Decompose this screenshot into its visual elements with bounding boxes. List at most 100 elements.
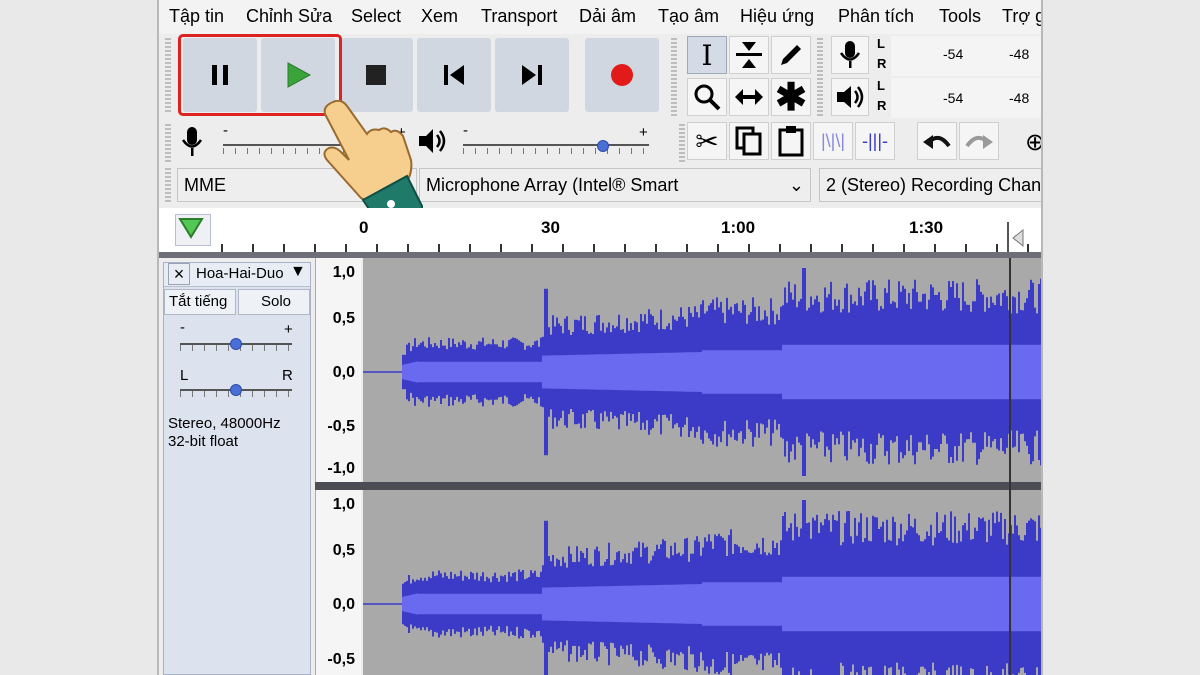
device-grip[interactable] bbox=[165, 168, 171, 202]
undo-button[interactable] bbox=[917, 122, 957, 160]
timeline-options-button[interactable] bbox=[175, 214, 211, 246]
edit-grip[interactable] bbox=[679, 124, 685, 164]
menu-select[interactable]: Select bbox=[351, 6, 401, 27]
menu-help[interactable]: Trợ g bbox=[1002, 6, 1041, 27]
paste-button[interactable] bbox=[771, 122, 811, 160]
record-volume-minus: - bbox=[223, 122, 228, 139]
timeshift-tool-button[interactable] bbox=[729, 78, 769, 116]
playback-volume-slider[interactable] bbox=[463, 144, 649, 146]
multi-tool-button[interactable]: ✱ bbox=[771, 77, 811, 119]
tools-grip[interactable] bbox=[671, 38, 677, 118]
meter-grip[interactable] bbox=[817, 38, 823, 118]
amplitude-label: 0,5 bbox=[332, 310, 355, 327]
playback-volume-minus: - bbox=[463, 122, 468, 139]
ruler-tick bbox=[717, 244, 719, 252]
play-meter-tick-2: -48 bbox=[1009, 90, 1030, 106]
recording-device-select[interactable]: Microphone Array (Intel® Smart ⌄ bbox=[419, 168, 811, 202]
ruler-tick bbox=[903, 244, 905, 252]
ruler-tick bbox=[562, 244, 564, 252]
playback-meter-button[interactable] bbox=[831, 78, 869, 116]
menu-generate[interactable]: Tạo âm bbox=[658, 6, 719, 27]
track-control-panel: × Hoa-Hai-Duo ▼ Tắt tiếng Solo - + L R S… bbox=[163, 262, 311, 675]
left-letterbox bbox=[0, 0, 157, 675]
scissors-icon: ✂ bbox=[695, 125, 719, 157]
menu-view[interactable]: Xem bbox=[421, 6, 458, 27]
ruler-tick bbox=[996, 244, 998, 252]
microphone-icon bbox=[839, 41, 861, 68]
menu-edit[interactable]: Chỉnh Sửa bbox=[246, 6, 332, 27]
gain-knob[interactable] bbox=[230, 338, 242, 350]
chevron-down-icon: ⌄ bbox=[788, 175, 804, 195]
clipboard-icon bbox=[778, 126, 804, 157]
track-menu-arrow-icon[interactable]: ▼ bbox=[290, 263, 306, 281]
ruler-label: 0 bbox=[359, 218, 369, 237]
playback-volume-ticks bbox=[463, 148, 649, 154]
mute-button[interactable]: Tắt tiếng bbox=[164, 289, 236, 315]
envelope-tool-button[interactable] bbox=[729, 36, 769, 74]
ruler-tick bbox=[531, 244, 533, 252]
play-cursor bbox=[1009, 258, 1011, 675]
ruler-tick bbox=[965, 244, 967, 252]
play-meter-right-label: R bbox=[877, 98, 887, 113]
selection-tool-button[interactable]: I bbox=[687, 36, 727, 74]
amplitude-label: 1,0 bbox=[332, 496, 355, 513]
recording-volume-label bbox=[181, 126, 213, 162]
track-name-menu[interactable]: Hoa-Hai-Duo bbox=[196, 265, 284, 282]
copy-button[interactable] bbox=[729, 122, 769, 160]
pan-left-label: L bbox=[180, 367, 189, 384]
skip-start-icon bbox=[444, 65, 464, 85]
track-format-rate: Stereo, 48000Hz bbox=[168, 415, 281, 432]
menu-tools[interactable]: Tools bbox=[939, 6, 981, 27]
right-letterbox bbox=[1043, 0, 1200, 675]
ruler-tick bbox=[500, 244, 502, 252]
skip-to-end-button[interactable] bbox=[495, 38, 569, 112]
cut-button[interactable]: ✂ bbox=[687, 122, 727, 160]
ruler-label: 1:00 bbox=[721, 218, 756, 237]
mixer-grip[interactable] bbox=[165, 124, 171, 164]
gain-plus-label: + bbox=[284, 321, 293, 338]
redo-button[interactable] bbox=[959, 122, 999, 160]
menu-analyze[interactable]: Phân tích bbox=[838, 6, 914, 27]
playback-volume-knob[interactable] bbox=[596, 140, 609, 152]
undo-icon bbox=[923, 135, 951, 149]
recording-channels-select[interactable]: 2 (Stereo) Recording Chann bbox=[819, 168, 1041, 202]
timeline-ruler[interactable]: 0 30 1:00 1:30 bbox=[159, 208, 1041, 252]
microphone-icon bbox=[181, 127, 203, 156]
zoom-tool-button[interactable] bbox=[687, 78, 727, 116]
track-close-button[interactable]: × bbox=[168, 263, 190, 285]
track-header: × Hoa-Hai-Duo ▼ bbox=[164, 263, 310, 287]
playback-volume-plus: + bbox=[639, 124, 648, 141]
trim-button[interactable]: |\|\| bbox=[813, 122, 853, 160]
envelope-icon bbox=[736, 42, 762, 68]
toolbar-grip[interactable] bbox=[165, 38, 171, 112]
play-meter-tick-1: -54 bbox=[943, 90, 964, 106]
ruler-tick bbox=[748, 244, 750, 252]
solo-button[interactable]: Solo bbox=[238, 289, 310, 315]
pan-knob[interactable] bbox=[230, 384, 242, 396]
play-region-marker-icon bbox=[1012, 228, 1024, 248]
menu-effect[interactable]: Hiệu ứng bbox=[740, 6, 814, 27]
record-icon bbox=[611, 64, 633, 86]
menu-file[interactable]: Tập tin bbox=[169, 6, 224, 27]
waveform-area[interactable] bbox=[363, 258, 1041, 675]
ruler-tick bbox=[376, 244, 378, 252]
ruler-tick bbox=[345, 244, 347, 252]
record-meter-button[interactable] bbox=[831, 36, 869, 74]
audacity-window: Tập tin Chỉnh Sửa Select Xem Transport D… bbox=[157, 0, 1043, 675]
menu-transport[interactable]: Transport bbox=[481, 6, 557, 27]
skip-to-start-button[interactable] bbox=[417, 38, 491, 112]
ruler-tick bbox=[655, 244, 657, 252]
zoom-in-button[interactable]: ⊕ bbox=[1025, 128, 1041, 156]
ibeam-icon: I bbox=[701, 38, 713, 72]
amplitude-label: 0,0 bbox=[332, 364, 355, 381]
play-head bbox=[1007, 222, 1009, 252]
record-button[interactable] bbox=[585, 38, 659, 112]
menu-tracks[interactable]: Dải âm bbox=[579, 6, 636, 27]
silence-button[interactable]: -|||- bbox=[855, 122, 895, 160]
draw-tool-button[interactable] bbox=[771, 36, 811, 74]
pencil-icon bbox=[781, 45, 801, 65]
ruler-tick bbox=[779, 244, 781, 252]
amplitude-label: 0,0 bbox=[332, 596, 355, 613]
speaker-icon bbox=[837, 86, 864, 108]
record-meter-left-label: L bbox=[877, 36, 885, 51]
